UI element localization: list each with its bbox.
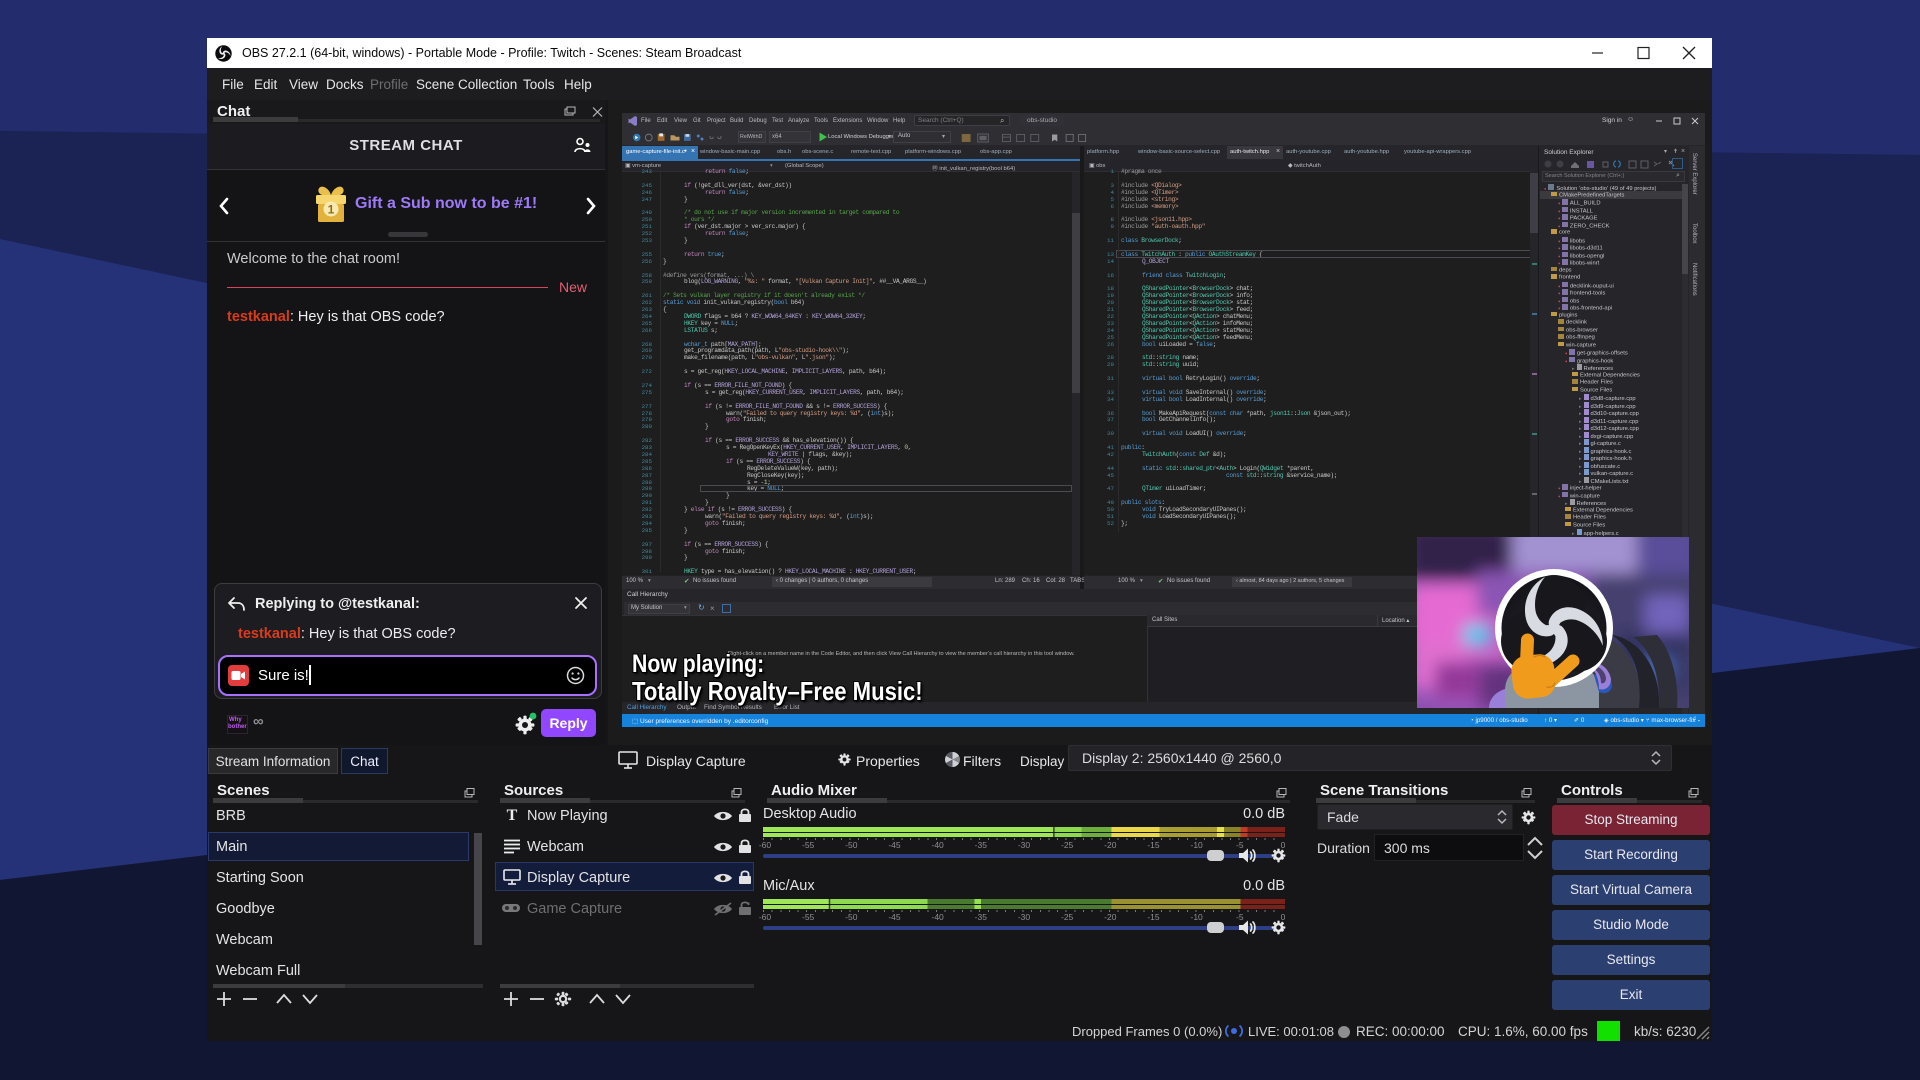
svg-text:1: 1 [328,203,335,217]
svg-text:T: T [507,807,518,824]
